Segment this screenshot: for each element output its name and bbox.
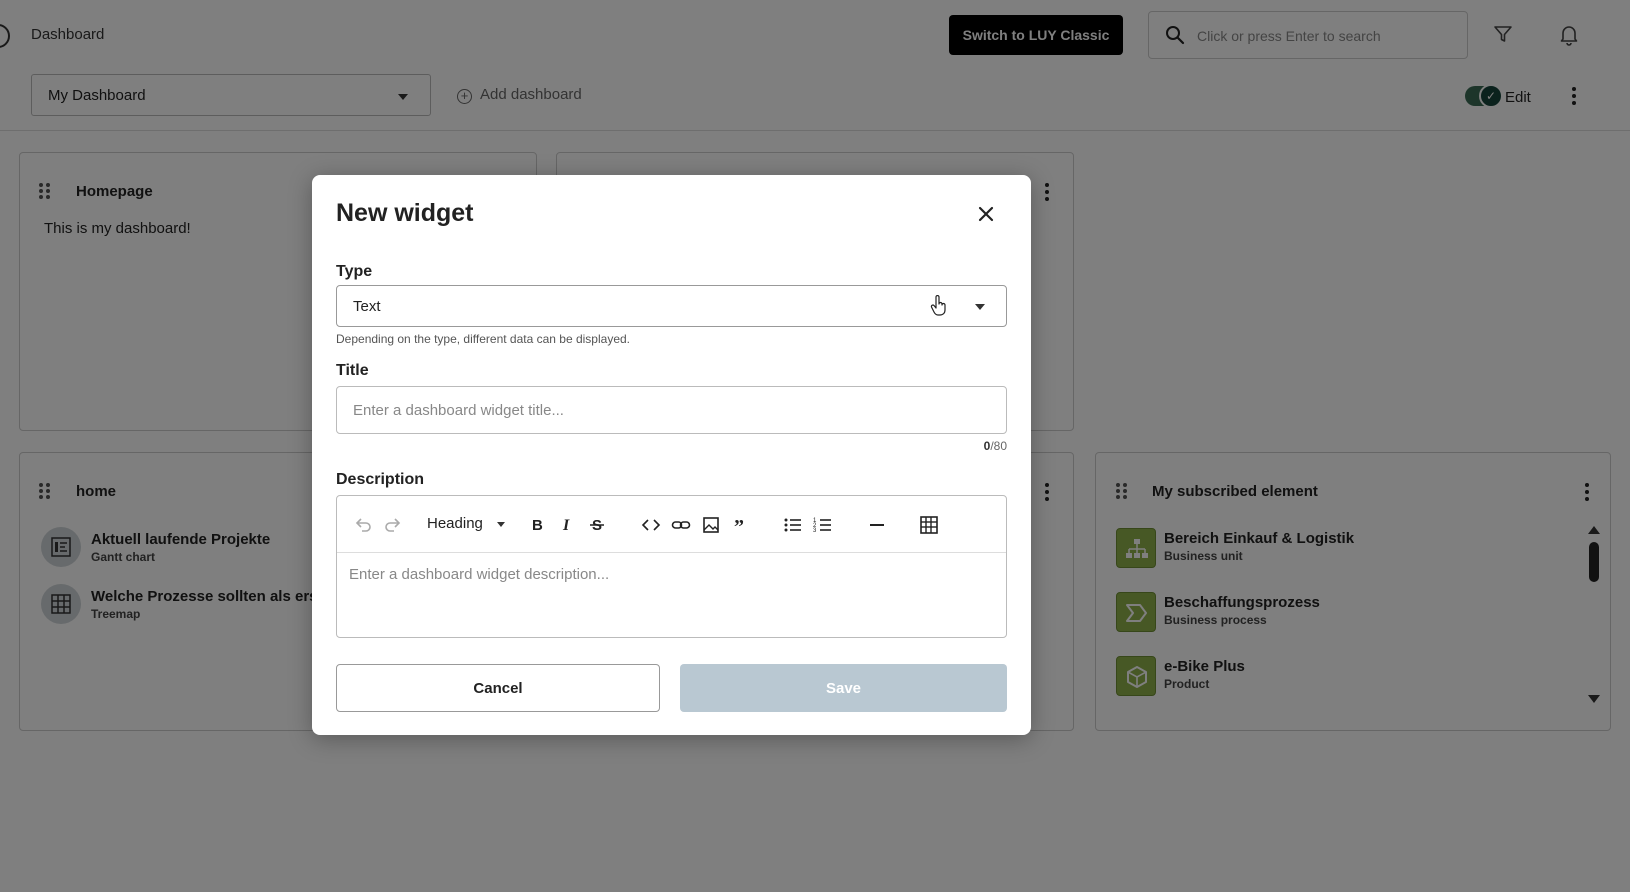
svg-text:3: 3 [813, 528, 817, 534]
type-select[interactable]: Text [336, 285, 1007, 327]
type-label: Type [336, 263, 373, 280]
bullet-list-icon[interactable] [783, 515, 803, 535]
svg-text:”: ” [734, 516, 744, 535]
heading-dropdown-label: Heading [427, 515, 483, 532]
new-widget-dialog: New widget Type Text Depending on the ty… [312, 175, 1031, 735]
heading-dropdown[interactable]: Heading [427, 515, 505, 532]
hand-cursor-icon [930, 295, 946, 316]
save-button[interactable]: Save [680, 664, 1007, 712]
type-select-value: Text [353, 298, 381, 315]
title-char-max: /80 [990, 439, 1007, 453]
blockquote-icon[interactable]: ” [731, 515, 751, 535]
description-editor: Heading B I S ” 123 Enter a dashboard wi… [336, 495, 1007, 638]
redo-icon[interactable] [383, 515, 403, 535]
title-char-counter: 0/80 [956, 439, 1007, 453]
italic-icon[interactable]: I [557, 515, 577, 535]
editor-toolbar: Heading B I S ” 123 [337, 496, 1006, 553]
image-icon[interactable] [701, 515, 721, 535]
chevron-down-icon [497, 522, 505, 527]
svg-text:I: I [562, 517, 570, 534]
description-label: Description [336, 471, 425, 488]
cancel-button[interactable]: Cancel [336, 664, 660, 712]
dialog-title: New widget [336, 199, 474, 227]
table-icon[interactable] [919, 515, 939, 535]
numbered-list-icon[interactable]: 123 [813, 515, 833, 535]
title-label: Title [336, 362, 369, 379]
title-input[interactable] [336, 386, 1007, 434]
svg-text:B: B [532, 517, 543, 534]
description-input[interactable]: Enter a dashboard widget description... [349, 566, 609, 583]
bold-icon[interactable]: B [527, 515, 547, 535]
link-icon[interactable] [671, 515, 691, 535]
chevron-down-icon [975, 304, 985, 310]
type-hint: Depending on the type, different data ca… [336, 332, 630, 346]
horizontal-rule-icon[interactable] [867, 515, 887, 535]
close-icon[interactable] [974, 202, 998, 226]
strikethrough-icon[interactable]: S [587, 515, 607, 535]
undo-icon[interactable] [353, 515, 373, 535]
code-icon[interactable] [641, 515, 661, 535]
